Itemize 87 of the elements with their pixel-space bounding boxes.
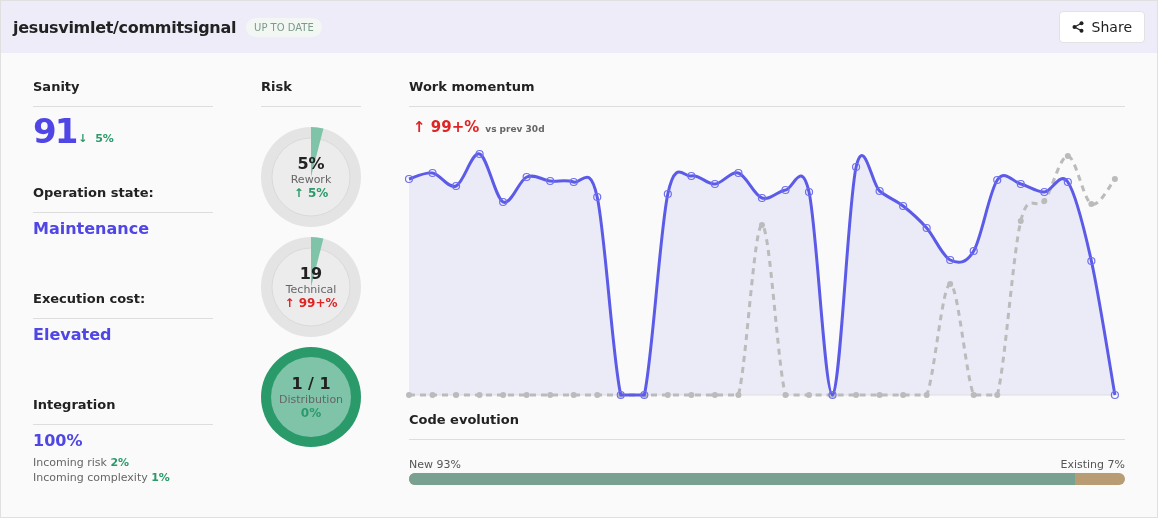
momentum-point [1016, 179, 1025, 189]
previous-period-point [923, 392, 930, 398]
previous-period-point [876, 392, 883, 398]
integration-detail: Incoming risk 2% [33, 456, 131, 469]
previous-period-point [688, 392, 695, 398]
previous-period-point [900, 392, 907, 398]
previous-period-point [664, 392, 671, 398]
section-title: Code evolution [409, 412, 1125, 440]
previous-period-point [758, 222, 765, 228]
previous-period-point [782, 392, 789, 398]
section-title: Work momentum [409, 79, 1125, 107]
trend-value: ↑ 99+% [284, 295, 338, 310]
momentum-point [1040, 187, 1049, 197]
previous-period-point [806, 392, 812, 398]
previous-period-point [1064, 153, 1071, 159]
momentum-point [804, 187, 814, 197]
gauge-value: 19 [299, 264, 323, 283]
previous-period-point [570, 392, 577, 398]
momentum-point [404, 174, 414, 184]
momentum-point [922, 223, 931, 233]
momentum-point [781, 185, 790, 195]
momentum-point [1087, 256, 1096, 266]
gauge-label: Technical [285, 282, 337, 296]
section-title: Execution cost: [33, 291, 213, 319]
momentum-point [969, 246, 978, 256]
previous-period-point [453, 392, 460, 398]
integration-detail: Incoming complexity 1% [33, 471, 171, 484]
momentum-point [451, 181, 461, 191]
previous-period-point [1041, 198, 1048, 204]
gauge-value: 1 / 1 [291, 374, 331, 393]
momentum-point [851, 162, 861, 172]
previous-period-point [970, 392, 977, 398]
momentum-point [546, 176, 555, 186]
gauge-label: Rework [290, 172, 332, 186]
momentum-point [993, 175, 1002, 185]
previous-period-point [994, 392, 1001, 398]
previous-period-point [1017, 218, 1024, 224]
previous-period-point [406, 392, 412, 398]
previous-period-point [547, 392, 554, 398]
previous-period-point [500, 392, 507, 398]
operation-state-value: Maintenance [33, 219, 150, 238]
new-code-label: New 93% [409, 458, 461, 471]
section-title: Sanity [33, 79, 213, 107]
momentum-point [757, 193, 767, 203]
previous-period-point [429, 392, 436, 398]
sanity-score: 91 [33, 113, 77, 149]
momentum-point [499, 197, 508, 207]
execution-cost-value: Elevated [33, 325, 113, 344]
section-title: Integration [33, 397, 213, 425]
trend-value: ↑ 5% [293, 185, 329, 200]
momentum-point [663, 189, 672, 199]
previous-period-point [1088, 201, 1095, 207]
momentum-point [428, 168, 437, 178]
momentum-point [1063, 177, 1072, 187]
momentum-point [475, 149, 484, 159]
previous-period-point [853, 392, 860, 398]
section-title: Operation state: [33, 185, 213, 213]
previous-period-point [711, 392, 718, 398]
repository-name: jesusvimlet/commitsignal [13, 17, 237, 37]
trend-value: 0% [300, 405, 322, 420]
momentum-point [569, 177, 578, 187]
previous-period-point [476, 392, 483, 398]
comparison-label: vs prev 30d [485, 124, 545, 134]
existing-code-label: Existing 7% [1060, 458, 1125, 471]
previous-period-point [1111, 176, 1118, 182]
momentum-point [899, 201, 908, 211]
previous-period-point [947, 281, 954, 287]
previous-period-point [594, 392, 601, 398]
gauge-label: Distribution [278, 392, 344, 406]
previous-period-point [523, 392, 530, 398]
momentum-point [1110, 390, 1119, 400]
momentum-point [710, 179, 719, 189]
momentum-point [734, 168, 743, 178]
momentum-point [593, 192, 602, 202]
integration-value: 100% [33, 431, 84, 450]
share-button[interactable]: Share [1058, 11, 1145, 43]
momentum-point [946, 255, 955, 265]
trend-value: ↑ 99+% [413, 118, 480, 136]
share-icon [1071, 21, 1084, 33]
status-badge: UP TO DATE [246, 17, 322, 37]
momentum-point [687, 171, 696, 181]
momentum-point [875, 186, 884, 196]
section-title: Risk [261, 79, 361, 107]
previous-period-point [735, 392, 742, 398]
gauge-value: 5% [297, 154, 325, 173]
momentum-point [522, 172, 531, 182]
trend-value: ↓ 5% [78, 132, 114, 147]
